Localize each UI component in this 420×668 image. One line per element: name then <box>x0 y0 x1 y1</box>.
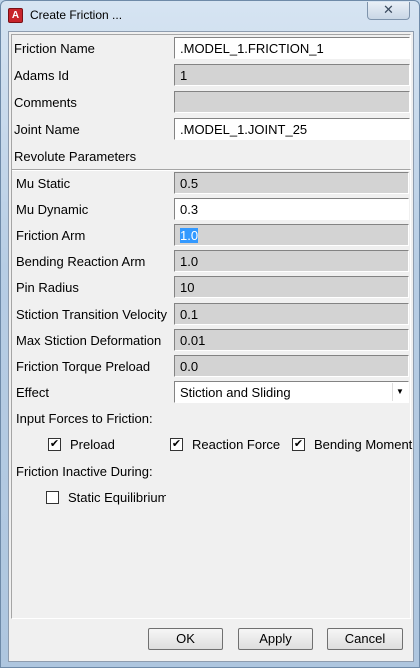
friction-torque-preload-label: Friction Torque Preload <box>16 359 151 374</box>
joint-name-label: Joint Name <box>14 122 80 137</box>
bending-reaction-arm-field[interactable]: 1.0 <box>174 250 409 272</box>
mu-static-field[interactable]: 0.5 <box>174 172 409 194</box>
preload-checkbox[interactable]: ✔ <box>48 438 61 451</box>
create-friction-dialog: A Create Friction ... ✕ Friction Name .M… <box>0 0 420 668</box>
title-bar[interactable]: A Create Friction ... ✕ <box>1 1 419 31</box>
preload-checkbox-label[interactable]: Preload <box>70 437 115 452</box>
adams-app-icon: A <box>8 8 23 23</box>
bending-moment-checkbox-label[interactable]: Bending Moment <box>314 437 412 452</box>
friction-inactive-label: Friction Inactive During: <box>16 464 153 479</box>
general-form: Friction Name .MODEL_1.FRICTION_1 Adams … <box>11 34 411 171</box>
window-title: Create Friction ... <box>30 8 123 22</box>
friction-arm-selected-text: 1.0 <box>180 228 199 243</box>
static-equilibrium-checkbox[interactable] <box>46 491 59 504</box>
bending-reaction-arm-label: Bending Reaction Arm <box>16 254 146 269</box>
cancel-button[interactable]: Cancel <box>327 628 403 650</box>
input-forces-label: Input Forces to Friction: <box>16 411 153 426</box>
stiction-transition-velocity-field[interactable]: 0.1 <box>174 303 409 325</box>
mu-dynamic-field[interactable]: 0.3 <box>174 198 409 220</box>
close-button[interactable]: ✕ <box>367 2 410 20</box>
apply-button[interactable]: Apply <box>238 628 313 650</box>
dialog-body: Friction Name .MODEL_1.FRICTION_1 Adams … <box>8 31 414 662</box>
static-equilibrium-checkbox-label[interactable]: Static Equilibrium <box>68 490 166 505</box>
mu-static-label: Mu Static <box>16 176 71 191</box>
stiction-transition-velocity-label: Stiction Transition Velocity <box>16 307 168 322</box>
friction-torque-preload-field[interactable]: 0.0 <box>174 355 409 377</box>
effect-label: Effect <box>16 385 50 400</box>
chevron-down-icon[interactable]: ▼ <box>392 383 407 401</box>
bending-moment-checkbox[interactable]: ✔ <box>292 438 305 451</box>
adams-id-field[interactable]: 1 <box>174 64 410 86</box>
revolute-parameters-heading: Revolute Parameters <box>14 149 137 164</box>
pin-radius-field[interactable]: 10 <box>174 276 409 298</box>
max-stiction-deformation-label: Max Stiction Deformation <box>16 333 162 348</box>
friction-name-field[interactable]: .MODEL_1.FRICTION_1 <box>174 37 410 59</box>
comments-field[interactable] <box>174 91 410 113</box>
friction-arm-label: Friction Arm <box>16 228 86 243</box>
reaction-force-checkbox-label[interactable]: Reaction Force <box>192 437 280 452</box>
revolute-parameters-panel: Mu Static 0.5 Mu Dynamic 0.3 Friction Ar… <box>11 169 412 619</box>
close-icon: ✕ <box>383 2 394 17</box>
pin-radius-label: Pin Radius <box>16 280 79 295</box>
effect-selected-value: Stiction and Sliding <box>180 385 291 400</box>
comments-label: Comments <box>14 95 77 110</box>
friction-arm-field[interactable]: 1.0 <box>174 224 409 246</box>
reaction-force-checkbox[interactable]: ✔ <box>170 438 183 451</box>
effect-dropdown[interactable]: Stiction and Sliding ▼ <box>174 381 409 403</box>
max-stiction-deformation-field[interactable]: 0.01 <box>174 329 409 351</box>
joint-name-field[interactable]: .MODEL_1.JOINT_25 <box>174 118 410 140</box>
friction-name-label: Friction Name <box>14 41 95 56</box>
ok-button[interactable]: OK <box>148 628 223 650</box>
adams-id-label: Adams Id <box>14 68 69 83</box>
mu-dynamic-label: Mu Dynamic <box>16 202 89 217</box>
